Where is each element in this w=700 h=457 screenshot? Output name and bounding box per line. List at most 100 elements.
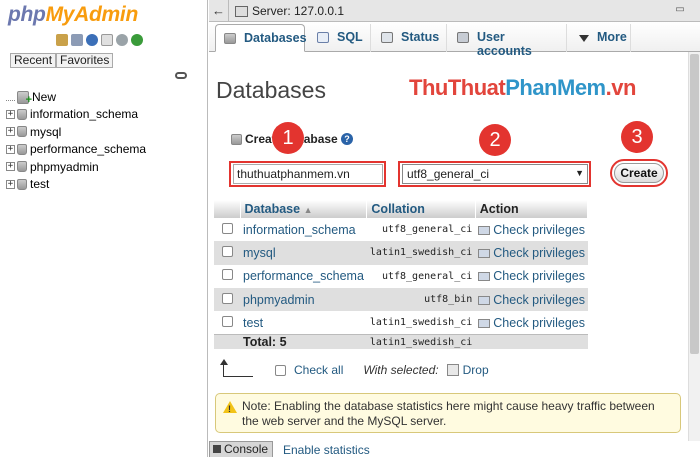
logout-icon[interactable] [71, 34, 83, 46]
expand-icon[interactable]: + [6, 179, 15, 189]
bulk-actions: Check all With selected: Drop [220, 359, 683, 380]
expand-icon[interactable]: + [6, 109, 15, 119]
tab-more[interactable]: More [569, 24, 631, 52]
databases-table: Database ▲ Collation Action information_… [214, 200, 589, 350]
collation-cell: utf8_general_ci [366, 218, 476, 242]
database-icon [17, 126, 27, 138]
step-badge-1: 1 [272, 122, 304, 154]
database-link[interactable]: performance_schema [240, 264, 367, 288]
total-count: Total: 5 [240, 333, 367, 350]
check-privileges-link[interactable]: Check privileges [475, 218, 588, 242]
page-title: Databases [216, 77, 326, 103]
row-checkbox[interactable] [221, 245, 233, 257]
step-badge-3: 3 [621, 121, 653, 153]
collapse-nav-button[interactable]: ← [209, 0, 229, 22]
tree-item-test[interactable]: + test [6, 176, 146, 194]
minimize-icon[interactable]: ▭ [674, 5, 686, 17]
navigation-panel: phpMyAdmin Recent Favorites New + inform… [0, 0, 208, 457]
recent-button[interactable]: Recent [10, 53, 57, 68]
new-database-icon [17, 90, 32, 106]
scrollbar[interactable] [688, 52, 700, 441]
server-icon [235, 5, 248, 17]
docs-icon[interactable] [101, 34, 113, 46]
tree-item-mysql[interactable]: + mysql [6, 123, 146, 141]
privileges-icon [478, 225, 491, 235]
status-icon [381, 32, 393, 43]
console-button[interactable]: Console [209, 441, 274, 457]
database-icon [17, 178, 27, 190]
statistics-note: Note: Enabling the database statistics h… [215, 393, 681, 433]
header-database[interactable]: Database ▲ [240, 200, 368, 218]
database-link[interactable]: test [240, 311, 367, 335]
table-total-row: Total: 5 latin1_swedish_ci [214, 333, 588, 350]
enable-statistics-link[interactable]: Enable statistics [283, 443, 370, 457]
drop-button[interactable]: Drop [463, 363, 489, 377]
tree-item-phpmyadmin[interactable]: + phpmyadmin [6, 158, 146, 176]
row-checkbox[interactable] [221, 292, 233, 304]
select-arrow-icon [220, 359, 253, 377]
check-all-checkbox[interactable] [275, 364, 286, 376]
link-icon[interactable] [175, 72, 187, 79]
sidebar-quick-icons [56, 34, 143, 46]
create-button[interactable]: Create [614, 163, 664, 183]
reload-icon[interactable] [131, 34, 143, 46]
collation-select[interactable]: utf8_general_ci ▼ [402, 164, 588, 184]
database-link[interactable]: information_schema [240, 218, 367, 242]
collation-cell: latin1_swedish_ci [366, 241, 476, 265]
tab-sql[interactable]: SQL [309, 24, 371, 52]
database-icon [17, 143, 27, 155]
row-checkbox[interactable] [221, 222, 233, 234]
phpmyadmin-logo[interactable]: phpMyAdmin [8, 3, 138, 27]
warning-icon [223, 401, 237, 417]
favorites-button[interactable]: Favorites [56, 53, 114, 68]
header-collation[interactable]: Collation [366, 200, 476, 218]
check-all-label[interactable]: Check all [294, 363, 343, 377]
server-tabs: Databases SQL Status User accounts More [209, 22, 700, 58]
chevron-down-icon [579, 35, 589, 42]
tree-item-new[interactable]: New [6, 88, 146, 106]
collation-cell: utf8_bin [366, 287, 476, 312]
step-badge-2: 2 [479, 124, 511, 156]
collation-cell: utf8_general_ci [366, 264, 476, 288]
row-checkbox[interactable] [221, 269, 233, 281]
sql-icon [317, 32, 329, 43]
table-row: performance_schema utf8_general_ci Check… [214, 264, 588, 288]
database-name-input[interactable] [233, 164, 383, 184]
tab-status[interactable]: Status [373, 24, 447, 52]
tree-item-information-schema[interactable]: + information_schema [6, 106, 146, 124]
check-privileges-link[interactable]: Check privileges [475, 264, 588, 288]
database-link[interactable]: mysql [240, 241, 367, 265]
scrollbar-thumb[interactable] [690, 54, 699, 354]
home-icon[interactable] [56, 34, 68, 46]
expand-icon[interactable]: + [6, 144, 15, 154]
tab-databases[interactable]: Databases [215, 24, 307, 52]
tree-item-performance-schema[interactable]: + performance_schema [6, 141, 146, 159]
sort-asc-icon: ▲ [303, 205, 313, 215]
header-checkbox [214, 200, 241, 218]
collation-cell: latin1_swedish_ci [366, 311, 476, 335]
database-link[interactable]: phpmyadmin [240, 287, 367, 312]
table-row: information_schema utf8_general_ci Check… [214, 218, 588, 242]
console-bar: Enable statistics Console [209, 441, 700, 457]
check-privileges-link[interactable]: Check privileges [475, 311, 588, 335]
check-privileges-link[interactable]: Check privileges [475, 287, 588, 312]
total-collation: latin1_swedish_ci [366, 333, 476, 350]
tab-user-accounts[interactable]: User accounts [449, 24, 567, 58]
help-icon[interactable] [86, 34, 98, 46]
check-privileges-link[interactable]: Check privileges [475, 241, 588, 265]
tree-line [6, 92, 15, 102]
table-header-row: Database ▲ Collation Action [214, 200, 589, 218]
with-selected-label: With selected: [363, 363, 439, 377]
privileges-icon [478, 318, 491, 328]
expand-icon[interactable]: + [6, 162, 15, 172]
server-breadcrumb[interactable]: Server: 127.0.0.1 [235, 4, 344, 18]
table-row: test latin1_swedish_ci Check privileges [214, 311, 588, 335]
help-icon[interactable]: ? [341, 133, 353, 145]
privileges-icon [478, 272, 491, 282]
drop-icon [446, 364, 459, 376]
expand-icon[interactable]: + [6, 127, 15, 137]
row-checkbox[interactable] [221, 315, 233, 327]
server-breadcrumb-bar: ← Server: 127.0.0.1 ▭ [209, 0, 700, 22]
database-icon [17, 161, 27, 173]
settings-icon[interactable] [116, 34, 128, 46]
